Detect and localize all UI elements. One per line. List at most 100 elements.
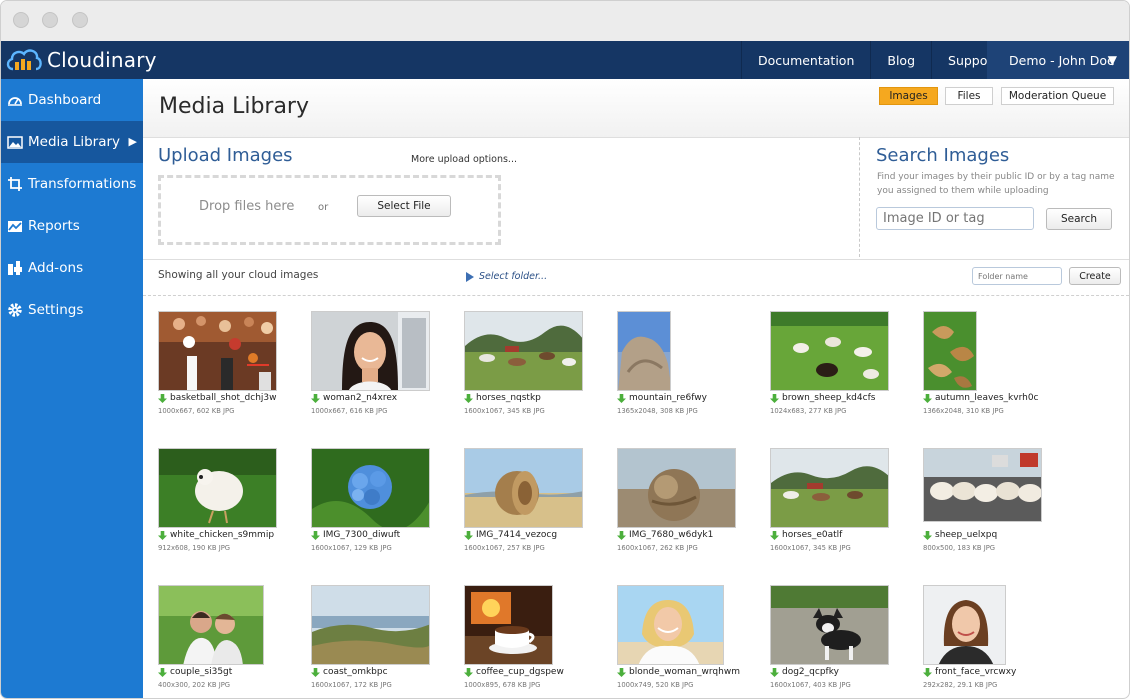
download-arrow-icon xyxy=(923,393,932,403)
image-caption[interactable]: basketball_shot_dchj3w xyxy=(158,393,276,403)
nav-documentation[interactable]: Documentation xyxy=(741,41,870,79)
top-navigation-bar: Cloudinary Documentation Blog Support De… xyxy=(1,41,1129,79)
image-caption[interactable]: coast_omkbpc xyxy=(311,667,388,677)
image-meta: 1000x667, 602 KB JPG xyxy=(158,407,235,415)
image-thumbnail[interactable] xyxy=(770,585,889,665)
image-thumbnail[interactable] xyxy=(617,311,671,391)
sidebar-item-settings[interactable]: Settings xyxy=(1,289,143,331)
download-arrow-icon xyxy=(311,667,320,677)
image-thumbnail[interactable] xyxy=(617,448,736,528)
sidebar-item-transformations[interactable]: Transformations xyxy=(1,163,143,205)
image-thumbnail[interactable] xyxy=(770,448,889,528)
sidebar-item-media-library[interactable]: Media Library ▶ xyxy=(1,121,143,163)
image-meta: 1000x895, 678 KB JPG xyxy=(464,681,541,689)
minimize-window-button[interactable] xyxy=(42,12,58,28)
sidebar-item-reports[interactable]: Reports xyxy=(1,205,143,247)
download-arrow-icon xyxy=(464,530,473,540)
image-caption[interactable]: blonde_woman_wrqhwm xyxy=(617,667,740,677)
user-name: Demo - John Doe xyxy=(1009,52,1115,68)
image-caption[interactable]: couple_si35gt xyxy=(158,667,232,677)
download-arrow-icon xyxy=(311,530,320,540)
close-window-button[interactable] xyxy=(13,12,29,28)
image-thumbnail[interactable] xyxy=(923,448,1042,522)
download-arrow-icon xyxy=(617,667,626,677)
dashboard-icon xyxy=(6,92,24,108)
image-thumbnail[interactable] xyxy=(464,448,583,528)
image-caption[interactable]: horses_e0atlf xyxy=(770,530,842,540)
image-caption[interactable]: coffee_cup_dgspew xyxy=(464,667,564,677)
download-arrow-icon xyxy=(770,393,779,403)
download-arrow-icon xyxy=(617,530,626,540)
image-meta: 1600x1067, 345 KB JPG xyxy=(464,407,545,415)
image-caption[interactable]: white_chicken_s9mmip xyxy=(158,530,274,540)
sidebar-item-label: Reports xyxy=(28,218,80,234)
sidebar-item-dashboard[interactable]: Dashboard xyxy=(1,79,143,121)
sidebar-item-label: Media Library xyxy=(28,134,121,150)
image-name: front_face_vrcwxy xyxy=(935,667,1017,677)
sidebar-item-label: Transformations xyxy=(28,176,137,192)
image-caption[interactable]: IMG_7300_diwuft xyxy=(311,530,400,540)
image-caption[interactable]: horses_nqstkp xyxy=(464,393,541,403)
image-thumbnail[interactable] xyxy=(464,585,553,665)
image-thumbnail[interactable] xyxy=(923,311,977,391)
image-meta: 1366x2048, 310 KB JPG xyxy=(923,407,1004,415)
user-menu[interactable]: Demo - John Doe ▼ xyxy=(987,41,1129,79)
sidebar-item-label: Dashboard xyxy=(28,92,102,108)
image-caption[interactable]: front_face_vrcwxy xyxy=(923,667,1016,677)
download-arrow-icon xyxy=(770,667,779,677)
window-chrome xyxy=(1,1,1129,42)
image-thumbnail[interactable] xyxy=(617,585,724,665)
image-thumbnail[interactable] xyxy=(464,311,583,391)
image-name: woman2_n4xrex xyxy=(323,393,398,403)
addons-icon xyxy=(6,260,24,276)
image-icon xyxy=(6,134,24,150)
image-meta: 1365x2048, 308 KB JPG xyxy=(617,407,698,415)
download-arrow-icon xyxy=(464,393,473,403)
image-thumbnail[interactable] xyxy=(923,585,1006,665)
download-arrow-icon xyxy=(770,530,779,540)
image-thumbnail[interactable] xyxy=(311,311,430,391)
image-meta: 1600x1067, 403 KB JPG xyxy=(770,681,851,689)
image-thumbnail[interactable] xyxy=(311,448,430,528)
image-thumbnail[interactable] xyxy=(770,311,889,391)
image-meta: 1600x1067, 129 KB JPG xyxy=(311,544,392,552)
image-name: white_chicken_s9mmip xyxy=(170,530,275,540)
nav-blog[interactable]: Blog xyxy=(870,41,931,79)
main-content: Media Library Images Files Moderation Qu… xyxy=(143,79,1129,698)
image-caption[interactable]: IMG_7680_w6dyk1 xyxy=(617,530,713,540)
image-caption[interactable]: autumn_leaves_kvrh0c xyxy=(923,393,1039,403)
image-meta: 1600x1067, 262 KB JPG xyxy=(617,544,698,552)
download-arrow-icon xyxy=(923,530,932,540)
image-name: blonde_woman_wrqhwm xyxy=(629,667,740,677)
reports-icon xyxy=(6,218,24,234)
image-name: coffee_cup_dgspew xyxy=(476,667,564,677)
image-caption[interactable]: dog2_qcpfky xyxy=(770,667,839,677)
sidebar-item-addons[interactable]: Add-ons xyxy=(1,247,143,289)
image-thumbnail[interactable] xyxy=(158,585,264,665)
image-name: coast_omkbpc xyxy=(323,667,388,677)
image-name: mountain_re6fwy xyxy=(629,393,707,403)
image-meta: 1600x1067, 345 KB JPG xyxy=(770,544,851,552)
sidebar-item-label: Add-ons xyxy=(28,260,84,276)
image-name: basketball_shot_dchj3w xyxy=(170,393,277,403)
image-name: couple_si35gt xyxy=(170,667,233,677)
image-caption[interactable]: sheep_uelxpq xyxy=(923,530,997,540)
image-name: IMG_7414_vezocg xyxy=(476,530,558,540)
image-caption[interactable]: woman2_n4xrex xyxy=(311,393,397,403)
image-thumbnail[interactable] xyxy=(158,311,277,391)
cloudinary-logo[interactable]: Cloudinary xyxy=(5,41,157,79)
maximize-window-button[interactable] xyxy=(72,12,88,28)
image-caption[interactable]: IMG_7414_vezocg xyxy=(464,530,557,540)
image-meta: 1600x1067, 257 KB JPG xyxy=(464,544,545,552)
image-meta: 912x608, 190 KB JPG xyxy=(158,544,231,552)
image-thumbnail[interactable] xyxy=(311,585,430,665)
sidebar-item-label: Settings xyxy=(28,302,84,318)
download-arrow-icon xyxy=(923,667,932,677)
cloud-logo-icon xyxy=(6,49,42,71)
image-thumbnail[interactable] xyxy=(158,448,277,528)
image-meta: 1024x683, 277 KB JPG xyxy=(770,407,847,415)
image-caption[interactable]: mountain_re6fwy xyxy=(617,393,707,403)
image-caption[interactable]: brown_sheep_kd4cfs xyxy=(770,393,875,403)
gear-icon xyxy=(6,302,24,318)
active-arrow-icon: ▶ xyxy=(128,135,137,148)
